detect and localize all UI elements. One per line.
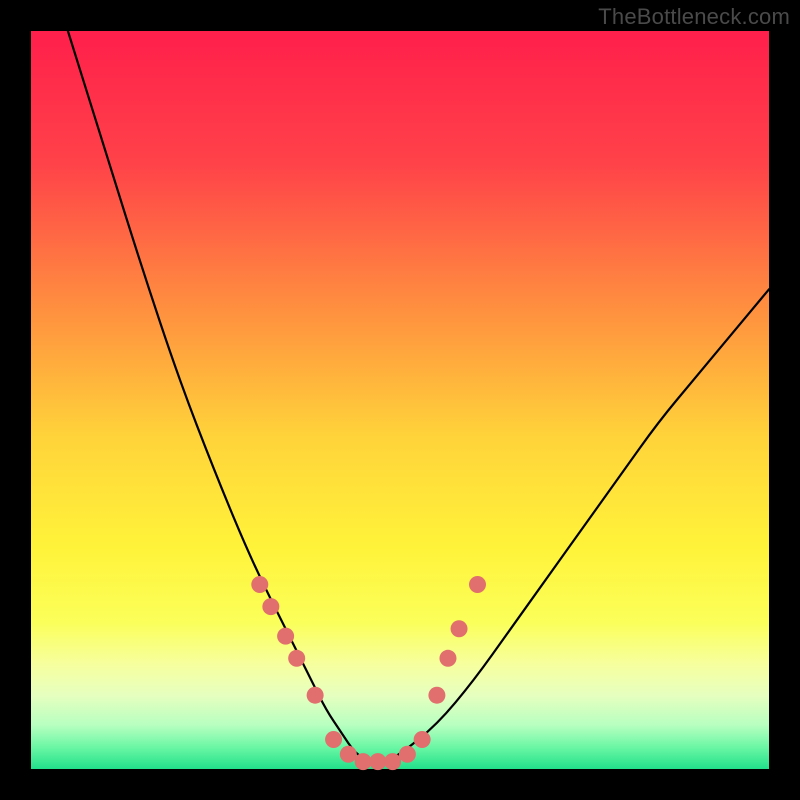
marker-dot (340, 746, 357, 763)
chart-container: TheBottleneck.com (0, 0, 800, 800)
marker-dot (262, 598, 279, 615)
marker-dot (384, 753, 401, 770)
marker-dot (428, 687, 445, 704)
plot-area (31, 31, 769, 769)
marker-dot (451, 620, 468, 637)
curve-layer (31, 31, 769, 769)
marker-dot (251, 576, 268, 593)
marker-dot (399, 746, 416, 763)
marker-dot (325, 731, 342, 748)
marker-dot (369, 753, 386, 770)
marker-dots-group (251, 576, 486, 770)
bottleneck-curve (68, 31, 769, 762)
marker-dot (469, 576, 486, 593)
marker-dot (277, 628, 294, 645)
marker-dot (439, 650, 456, 667)
marker-dot (288, 650, 305, 667)
watermark-text: TheBottleneck.com (598, 4, 790, 30)
marker-dot (307, 687, 324, 704)
marker-dot (355, 753, 372, 770)
marker-dot (414, 731, 431, 748)
